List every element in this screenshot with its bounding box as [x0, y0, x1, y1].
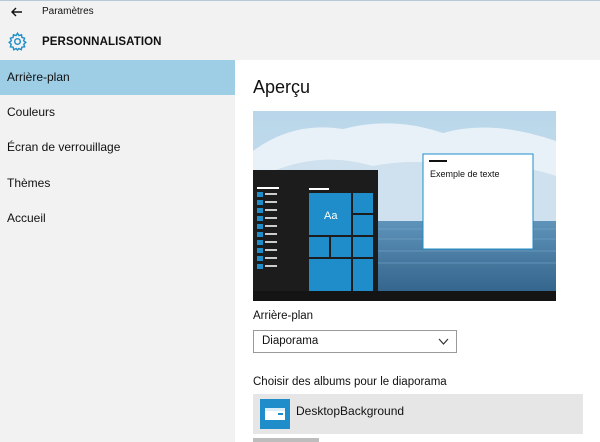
sidebar-item-ecran-de-verrouillage[interactable]: Écran de verrouillage — [0, 130, 235, 165]
background-type-select[interactable]: Diaporama — [253, 330, 457, 353]
album-name: DesktopBackground — [296, 404, 405, 418]
background-label: Arrière-plan — [253, 310, 314, 322]
sidebar-item-themes[interactable]: Thèmes — [0, 166, 235, 201]
background-type-value: Diaporama — [262, 335, 319, 347]
album-item[interactable]: DesktopBackground — [253, 394, 583, 434]
add-album-button[interactable] — [253, 438, 319, 442]
sample-window-text: Exemple de texte — [430, 169, 500, 179]
sidebar-item-accueil[interactable]: Accueil — [0, 201, 235, 236]
preview-image — [253, 111, 556, 301]
page-title: PERSONNALISATION — [42, 36, 162, 48]
window-title: Paramètres — [42, 6, 94, 17]
page-header: PERSONNALISATION — [0, 24, 600, 60]
gear-icon — [8, 31, 27, 52]
background-preview: Aa Exemple de texte — [253, 111, 556, 301]
start-tile-text: Aa — [324, 210, 338, 222]
chevron-down-icon — [438, 338, 449, 345]
preview-title: Aperçu — [253, 77, 311, 97]
albums-label: Choisir des albums pour le diaporama — [253, 376, 447, 388]
folder-icon — [260, 399, 290, 429]
sidebar: Arrière-plan Couleurs Écran de verrouill… — [0, 60, 235, 442]
main-content: Aperçu Aa Exemple de texte Arrière-plan … — [235, 60, 600, 442]
back-arrow-icon[interactable] — [8, 3, 26, 21]
title-bar: Paramètres — [0, 0, 600, 24]
sidebar-item-arriere-plan[interactable]: Arrière-plan — [0, 60, 235, 95]
sidebar-item-couleurs[interactable]: Couleurs — [0, 95, 235, 130]
